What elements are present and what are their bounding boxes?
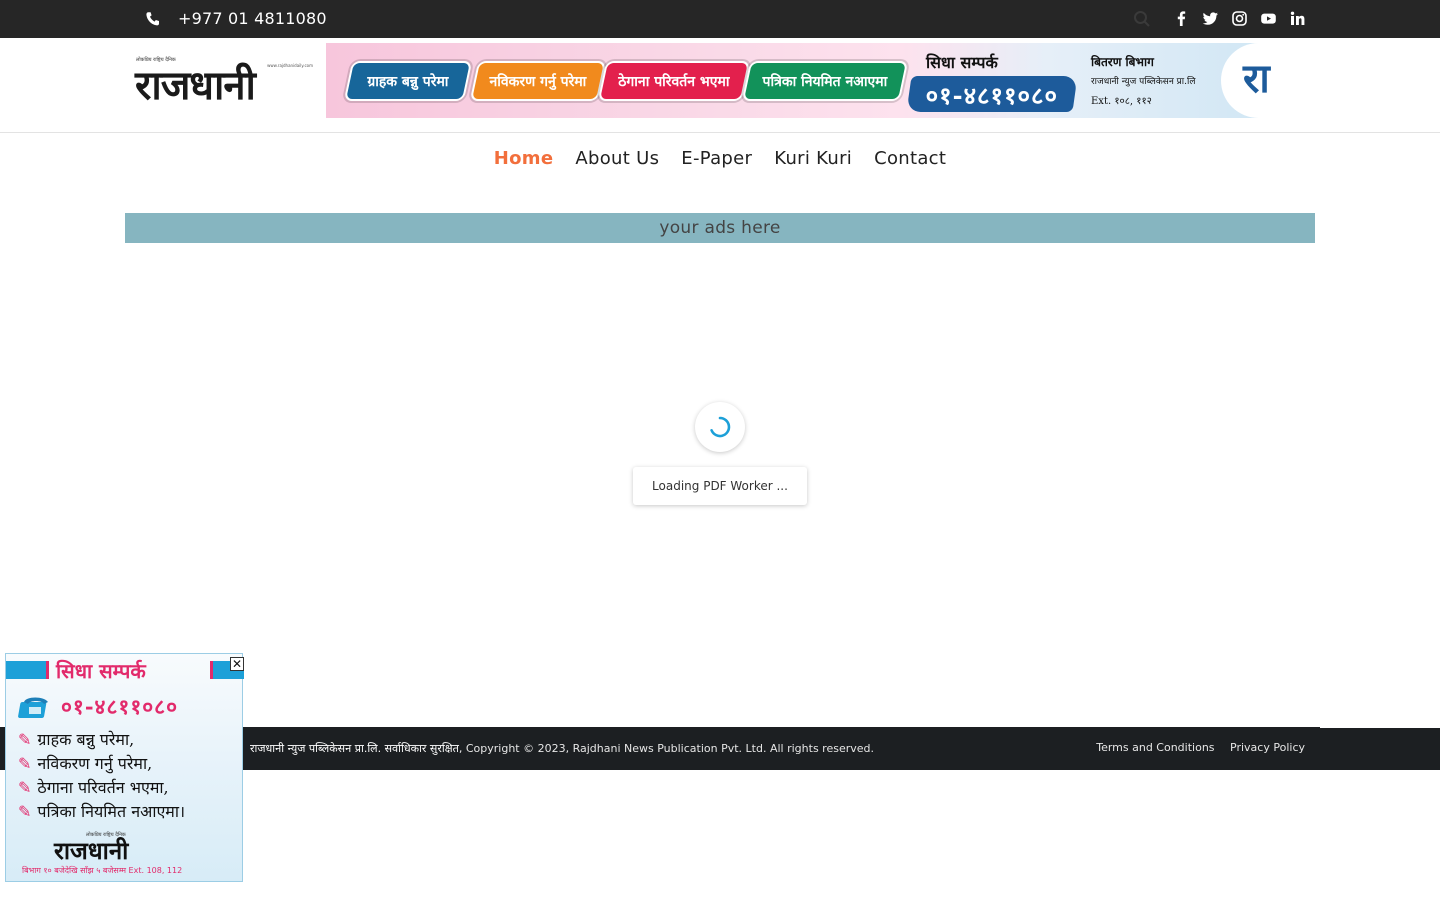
- pen-icon: ✎: [18, 802, 32, 821]
- banner-extension: Ext. १०८, ११२: [1091, 96, 1152, 107]
- floating-ad-line: ✎ ठेगाना परिवर्तन भएमा,: [18, 778, 169, 797]
- banner-logo-glyph: रा: [1243, 55, 1270, 102]
- footer-copyright: राजधानी न्युज पब्लिकेसन प्रा.लि. सर्वाधि…: [250, 741, 874, 756]
- top-bar: +977 01 4811080: [0, 0, 1440, 38]
- site-header: लोकप्रिय राष्ट्रिय दैनिक www.rajdhanidai…: [0, 38, 1440, 133]
- banner-contact-label: सिधा सम्पर्क: [926, 53, 998, 72]
- footer-privacy-link[interactable]: Privacy Policy: [1230, 741, 1305, 754]
- floating-ad-number: ०१-४८११०८०: [61, 694, 178, 719]
- ad-placeholder-strip[interactable]: your ads here: [125, 213, 1315, 243]
- linkedin-icon[interactable]: [1289, 10, 1306, 27]
- subscription-banner-ad[interactable]: ग्राहक बन्नु परेमा नविकरण गर्नु परेमा ठे…: [326, 43, 1286, 118]
- floating-ad-line: ✎ नविकरण गर्नु परेमा,: [18, 754, 153, 773]
- banner-publisher: राजधानी न्युज पब्लिकेसन प्रा.लि: [1091, 77, 1196, 87]
- floating-ad-title: सिधा सम्पर्क: [56, 659, 146, 683]
- banner-pill-address-change: ठेगाना परिवर्तन भएमा: [597, 61, 751, 101]
- pen-icon: ✎: [18, 754, 32, 773]
- pen-icon: ✎: [18, 778, 32, 797]
- banner-pill-delivery: पत्रिका नियमित नआएमा: [741, 61, 909, 101]
- youtube-icon[interactable]: [1260, 10, 1277, 27]
- ad-placeholder-text: your ads here: [659, 218, 781, 238]
- floating-ad-header: सिधा सम्पर्क: [6, 657, 244, 683]
- banner-logo: रा: [1221, 43, 1286, 118]
- main-nav: Home About Us E-Paper Kuri Kuri Contact: [0, 148, 1440, 178]
- footer-terms-link[interactable]: Terms and Conditions: [1096, 741, 1214, 754]
- nav-kuri-kuri[interactable]: Kuri Kuri: [774, 148, 852, 169]
- banner-distribution-label: बितरण बिभाग: [1091, 55, 1154, 69]
- banner-contact-number: ०१-४८११०८०: [906, 76, 1078, 112]
- banner-pill-renew: नविकरण गर्नु परेमा: [469, 61, 607, 101]
- logo-url: www.rajdhanidaily.com: [267, 63, 313, 68]
- site-logo[interactable]: लोकप्रिय राष्ट्रिय दैनिक www.rajdhanidai…: [135, 56, 315, 112]
- floating-contact-ad[interactable]: सिधा सम्पर्क ✕ ०१-४८११०८० ✎ ग्राहक बन्नु …: [5, 653, 244, 882]
- floating-ad-logo: राजधानी: [54, 836, 129, 865]
- floating-ad-bar-accent-left: [46, 661, 49, 679]
- nav-e-paper[interactable]: E-Paper: [681, 148, 752, 169]
- loading-text: Loading PDF Worker ...: [652, 479, 788, 493]
- phone-number[interactable]: +977 01 4811080: [178, 9, 327, 28]
- instagram-icon[interactable]: [1231, 10, 1248, 27]
- footer-nepali-text: राजधानी न्युज पब्लिकेसन प्रा.लि. सर्वाधि…: [250, 742, 459, 755]
- nav-home[interactable]: Home: [494, 148, 554, 169]
- twitter-icon[interactable]: [1202, 10, 1219, 27]
- floating-ad-bottom-text: बिभाग १० बजेदेखि साँझ ५ बजेसम्म Ext. 108…: [22, 866, 183, 875]
- footer-divider: [1320, 727, 1440, 728]
- telephone-icon: [18, 697, 48, 718]
- floating-ad-line: ✎ ग्राहक बन्नु परेमा,: [18, 730, 135, 749]
- spinner-icon: [710, 416, 731, 438]
- search-icon[interactable]: [1133, 10, 1151, 28]
- pen-icon: ✎: [18, 730, 32, 749]
- footer-links: Terms and Conditions Privacy Policy: [1084, 741, 1305, 754]
- loading-message: Loading PDF Worker ...: [633, 467, 807, 505]
- floating-ad-line: ✎ पत्रिका नियमित नआएमा।: [18, 802, 186, 821]
- nav-contact[interactable]: Contact: [874, 148, 946, 169]
- banner-pill-subscribe: ग्राहक बन्नु परेमा: [343, 61, 473, 101]
- loading-spinner: [695, 402, 745, 452]
- facebook-icon[interactable]: [1173, 10, 1190, 27]
- nav-about-us[interactable]: About Us: [575, 148, 659, 169]
- close-icon[interactable]: ✕: [230, 657, 244, 671]
- floating-ad-bar-left: [6, 661, 46, 679]
- phone-icon: [146, 12, 159, 26]
- footer-copyright-text: , Copyright © 2023, Rajdhani News Public…: [458, 742, 874, 755]
- logo-text: राजधानी: [135, 62, 256, 109]
